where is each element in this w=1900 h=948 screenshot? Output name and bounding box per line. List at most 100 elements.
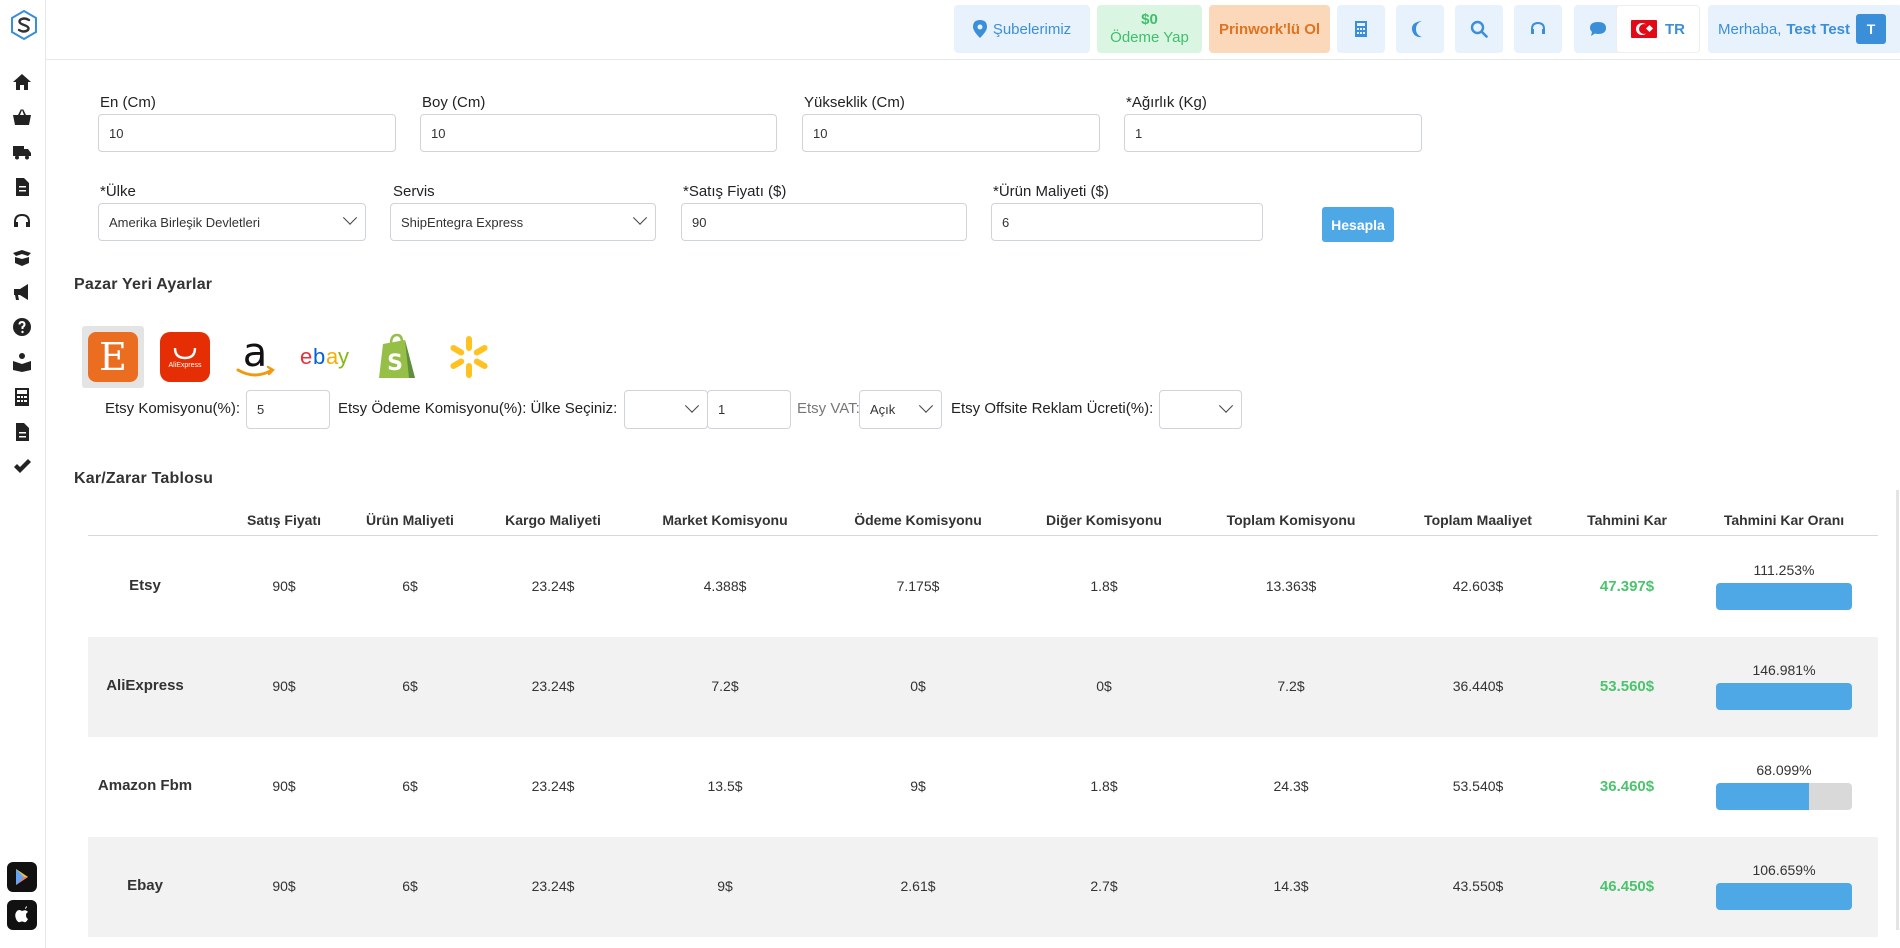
width-input[interactable]: 10 [98, 114, 396, 152]
table-cell: 14.3$ [1273, 878, 1309, 894]
home-icon[interactable] [11, 71, 33, 93]
chevron-down-icon [684, 398, 700, 413]
table-cell: 0$ [1096, 678, 1112, 694]
username: Test Test [1786, 20, 1851, 38]
marketplace-settings-title: Pazar Yeri Ayarlar [74, 276, 213, 293]
language-selector[interactable]: TR [1616, 5, 1700, 53]
truck-icon[interactable] [11, 141, 33, 163]
etsy-commission-input[interactable]: 5 [246, 390, 330, 429]
chat-button[interactable] [1574, 5, 1622, 53]
profit-ratio-value: 146.981% [1752, 662, 1816, 678]
service-label: Servis [393, 183, 435, 200]
country-label: *Ülke [100, 183, 136, 200]
marketplace-name: Amazon Fbm [97, 777, 193, 794]
estimated-profit-cell: 36.460$ [1599, 778, 1655, 795]
product-cost-input[interactable]: 6 [991, 203, 1263, 241]
table-cell: 2.7$ [1090, 878, 1118, 894]
scrollbar[interactable] [1896, 490, 1899, 930]
column-header: Tahmini Kar Oranı [1723, 512, 1845, 528]
basket-icon[interactable] [11, 106, 33, 128]
table-cell: 7.175$ [896, 578, 940, 594]
table-cell: 4.388$ [703, 578, 747, 594]
chevron-down-icon [918, 398, 934, 413]
turkey-flag-icon [1631, 20, 1657, 38]
table-cell: 23.24$ [531, 878, 575, 894]
country-value: Amerika Birleşik Devletleri [109, 214, 260, 230]
table-cell: 13.363$ [1265, 578, 1317, 594]
avatar[interactable]: T [1856, 14, 1886, 44]
table-cell: 36.440$ [1452, 678, 1504, 694]
sale-price-label: *Satış Fiyatı ($) [683, 183, 787, 200]
table-cell: 6$ [402, 878, 418, 894]
etsy-offsite-ads-select[interactable] [1159, 390, 1242, 429]
marketplace-walmart[interactable] [438, 326, 500, 388]
sale-price-input[interactable]: 90 [681, 203, 967, 241]
marketplace-ebay[interactable]: e b a y [296, 326, 358, 388]
table-cell: 23.24$ [531, 578, 575, 594]
payment-button[interactable]: $0 Ödeme Yap [1097, 5, 1202, 53]
table-cell: 9$ [910, 778, 926, 794]
calculator-button[interactable] [1337, 5, 1385, 53]
table-cell: 1.8$ [1090, 778, 1118, 794]
map-pin-icon [972, 20, 987, 38]
payment-country-select[interactable] [624, 390, 708, 429]
weight-input[interactable]: 1 [1124, 114, 1422, 152]
apple-store-icon[interactable] [7, 900, 37, 930]
search-button[interactable] [1455, 5, 1503, 53]
support-button[interactable] [1514, 5, 1562, 53]
marketplace-amazon[interactable]: a [224, 326, 286, 388]
table-cell: 9$ [717, 878, 733, 894]
calculator-icon[interactable] [11, 386, 33, 408]
column-header: Tahmini Kar [1587, 512, 1667, 528]
table-cell: 7.2$ [711, 678, 739, 694]
table-cell: 23.24$ [531, 678, 575, 694]
file-text-icon[interactable] [11, 421, 33, 443]
column-header: Satış Fiyatı [247, 512, 321, 528]
document-icon[interactable] [11, 176, 33, 198]
table-cell: 90$ [272, 778, 296, 794]
profit-ratio-value: 111.253% [1753, 562, 1815, 578]
table-cell: 6$ [402, 578, 418, 594]
column-header: Market Komisyonu [662, 512, 788, 528]
table-cell: 1.8$ [1090, 578, 1118, 594]
sidebar [0, 0, 46, 948]
height-input[interactable]: 10 [802, 114, 1100, 152]
marketplace-etsy[interactable]: E [82, 326, 144, 388]
check-icon[interactable] [11, 456, 33, 478]
column-header: Diğer Komisyonu [1046, 512, 1162, 528]
dark-mode-button[interactable] [1396, 5, 1444, 53]
chevron-down-icon [342, 210, 358, 225]
help-icon[interactable] [11, 316, 33, 338]
profit-ratio-bar-fill [1716, 883, 1852, 910]
prinwork-button[interactable]: Prinwork'lü Ol [1209, 5, 1330, 53]
table-cell: 0$ [910, 678, 926, 694]
headset-icon[interactable] [11, 211, 33, 233]
column-header: Ürün Maliyeti [366, 512, 454, 528]
amazon-logo: a [236, 332, 275, 377]
marketplace-name: Ebay [127, 877, 163, 894]
profit-loss-table-title: Kar/Zarar Tablosu [74, 470, 214, 487]
length-input[interactable]: 10 [420, 114, 777, 152]
branches-button[interactable]: Şubelerimiz [954, 5, 1090, 53]
etsy-payment-commission-label: Etsy Ödeme Komisyonu(%): Ülke Seçiniz: [338, 400, 618, 417]
etsy-payment-commission-input[interactable]: 1 [707, 390, 791, 429]
service-select[interactable]: ShipEntegra Express [390, 203, 656, 241]
marketplace-shopify[interactable]: S [367, 326, 429, 388]
search-icon [1470, 20, 1488, 38]
width-label: En (Cm) [100, 94, 156, 111]
svg-text:S: S [387, 351, 403, 376]
etsy-vat-select[interactable]: Açık [859, 390, 942, 429]
book-reader-icon[interactable] [11, 351, 33, 373]
table-cell: 42.603$ [1452, 578, 1504, 594]
google-play-icon[interactable] [7, 862, 37, 892]
table-cell: 6$ [402, 778, 418, 794]
calculate-button[interactable]: Hesapla [1322, 207, 1394, 242]
brand-logo[interactable] [10, 10, 38, 40]
table-cell: 23.24$ [531, 778, 575, 794]
megaphone-icon[interactable] [11, 281, 33, 303]
country-select[interactable]: Amerika Birleşik Devletleri [98, 203, 366, 241]
chevron-down-icon [1218, 398, 1234, 413]
box-open-icon[interactable] [11, 246, 33, 268]
marketplace-aliexpress[interactable]: AliExpress [154, 326, 216, 388]
language-code: TR [1665, 20, 1685, 38]
